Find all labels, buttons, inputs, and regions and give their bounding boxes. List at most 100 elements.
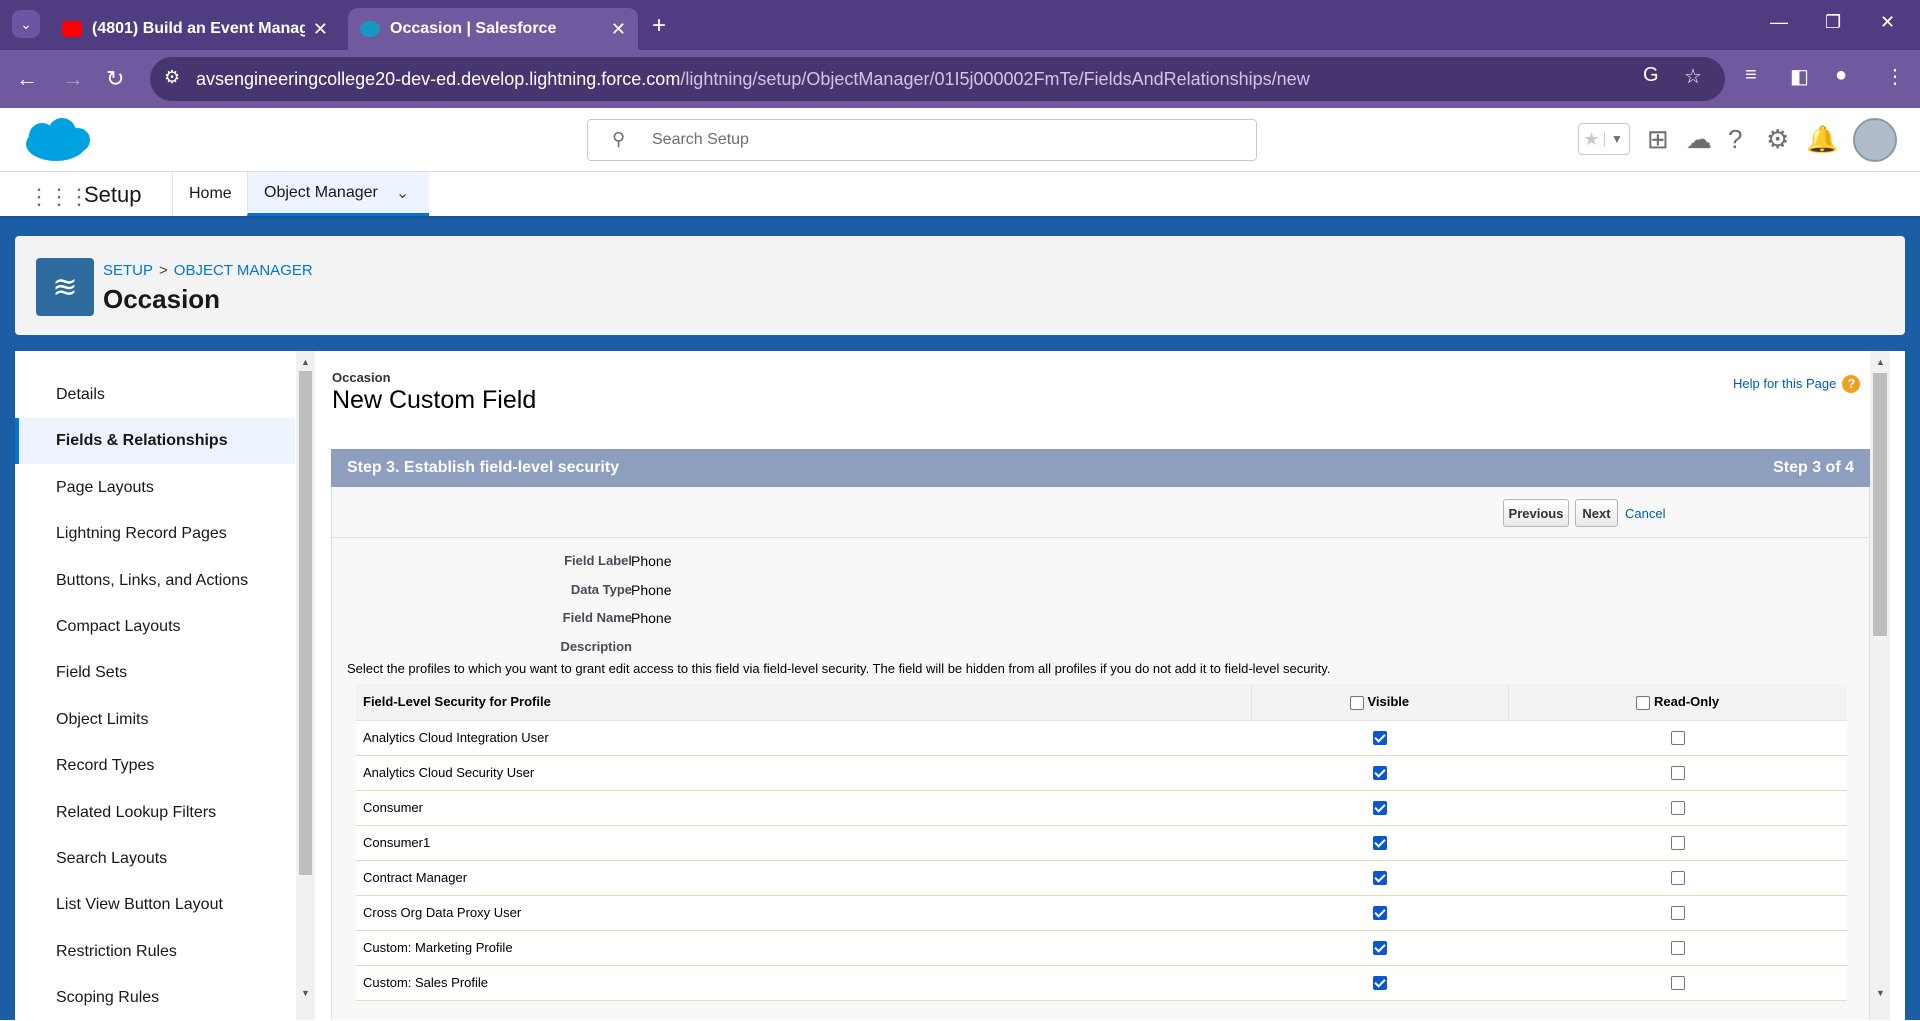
close-tab-icon[interactable]: ✕ [611,19,626,40]
chevron-down-icon[interactable]: ▼ [1603,132,1629,146]
gear-icon[interactable]: ⚙ [1766,124,1789,155]
visible-checkbox[interactable] [1372,801,1387,816]
visible-select-all-checkbox[interactable] [1349,695,1364,710]
notifications-bell-icon[interactable]: 🔔 [1806,124,1838,155]
app-launcher-icon[interactable]: ⋮⋮⋮ [28,184,90,210]
sidebar-item-buttons-links-actions[interactable]: Buttons, Links, and Actions [15,558,295,604]
sidebar-item-field-sets[interactable]: Field Sets [15,650,295,696]
chevron-down-icon[interactable]: ⌄ [396,183,409,203]
sidebar-item-fields-relationships[interactable]: Fields & Relationships [15,418,295,464]
read-only-checkbox[interactable] [1670,836,1685,851]
profile-icon[interactable]: ● [1835,64,1847,87]
nav-item-object-manager[interactable]: Object Manager ⌄ [247,172,429,216]
visible-checkbox[interactable] [1372,731,1387,746]
table-row: Contract Manager [356,860,1847,896]
sidebar-scrollbar[interactable]: ▲ ▼ [296,351,315,1020]
salesforce-logo-icon[interactable] [20,116,92,164]
sidebar-item-compact-layouts[interactable]: Compact Layouts [15,604,295,650]
new-tab-icon[interactable]: + [652,12,666,40]
browser-tab-active[interactable]: Occasion | Salesforce ✕ [348,8,638,50]
sidebar-item-label: Field Sets [56,664,128,681]
visible-checkbox[interactable] [1372,976,1387,991]
main-content: Occasion New Custom Field Help for this … [315,351,1905,1020]
avatar[interactable] [1853,118,1897,162]
search-setup-input[interactable]: ⚲ Search Setup [587,119,1257,161]
help-icon[interactable]: ? [1728,124,1742,155]
url-field[interactable]: ⚙ avsengineeringcollege20-dev-ed.develop… [150,57,1725,101]
sidebar-item-related-lookup-filters[interactable]: Related Lookup Filters [15,790,295,836]
favorites-button[interactable]: ★ ▼ [1578,123,1630,155]
site-info-icon[interactable]: ⚙ [164,67,180,88]
read-only-checkbox[interactable] [1670,906,1685,921]
back-icon[interactable]: ← [16,66,38,92]
bookmark-star-icon[interactable]: ☆ [1684,64,1702,89]
sidebar-item-scoping-rules[interactable]: Scoping Rules [15,975,295,1021]
main-scrollbar[interactable]: ▲ ▼ [1870,351,1890,1020]
browser-tab[interactable]: (4801) Build an Event Manager ✕ [50,8,340,50]
read-only-checkbox[interactable] [1670,731,1685,746]
read-only-checkbox[interactable] [1670,871,1685,886]
security-section: Select the profiles to which you want to… [331,661,1870,1020]
help-link-label: Help for this Page [1733,376,1837,391]
scroll-down-icon[interactable]: ▼ [1876,988,1885,998]
cancel-link[interactable]: Cancel [1625,506,1665,521]
sidebar-item-restriction-rules[interactable]: Restriction Rules [15,929,295,975]
read-only-checkbox[interactable] [1670,801,1685,816]
scroll-down-icon[interactable]: ▼ [301,988,310,998]
side-panel-icon[interactable]: ◧ [1790,64,1809,89]
breadcrumb-setup[interactable]: SETUP [103,262,153,279]
read-only-checkbox[interactable] [1670,766,1685,781]
visible-cell [1251,930,1508,966]
visible-checkbox[interactable] [1372,941,1387,956]
sidebar-item-label: Page Layouts [56,479,154,496]
star-icon[interactable]: ★ [1579,129,1604,150]
sidebar-item-details[interactable]: Details [15,372,295,418]
sidebar-item-label: Scoping Rules [56,989,160,1006]
restore-icon[interactable]: ❐ [1825,12,1841,33]
google-icon[interactable]: G [1643,64,1659,87]
breadcrumb-object-manager[interactable]: OBJECT MANAGER [174,262,313,279]
minimize-icon[interactable]: — [1770,12,1788,33]
trailhead-icon[interactable]: ☁ [1686,124,1712,155]
tab-search-icon[interactable]: ⌄ [12,10,40,38]
global-actions-icon[interactable]: ⊞ [1647,124,1669,155]
forward-icon[interactable]: → [62,66,84,92]
sidebar-item-lightning-record-pages[interactable]: Lightning Record Pages [15,511,295,557]
scrollbar-thumb[interactable] [299,371,312,875]
read-only-select-all-checkbox[interactable] [1636,695,1651,710]
sidebar-item-object-limits[interactable]: Object Limits [15,697,295,743]
object-label: Occasion [332,370,391,385]
visible-cell [1251,720,1508,756]
field-name-value: Phone [631,610,672,626]
close-window-icon[interactable]: ✕ [1880,12,1895,33]
visible-checkbox[interactable] [1372,871,1387,886]
browser-menu-icon[interactable]: ⋮ [1885,64,1905,89]
reload-icon[interactable]: ↻ [106,66,124,92]
url-path: /lightning/setup/ObjectManager/01I5j0000… [680,68,1310,89]
help-link[interactable]: Help for this Page? [1733,375,1861,393]
sidebar-item-search-layouts[interactable]: Search Layouts [15,836,295,882]
scrollbar-thumb[interactable] [1873,373,1887,636]
next-button[interactable]: Next [1575,499,1618,527]
scroll-up-icon[interactable]: ▲ [301,357,310,367]
profile-name: Analytics Cloud Integration User [356,720,1251,756]
nav-item-home[interactable]: Home [172,172,248,216]
sidebar-item-page-layouts[interactable]: Page Layouts [15,465,295,511]
sidebar-item-record-types[interactable]: Record Types [15,743,295,789]
help-question-icon: ? [1842,375,1861,393]
close-tab-icon[interactable]: ✕ [313,19,328,40]
profile-name: Custom: Marketing Profile [356,930,1251,966]
previous-button[interactable]: Previous [1503,499,1569,527]
visible-checkbox[interactable] [1372,906,1387,921]
table-row: Consumer1 [356,825,1847,861]
read-only-checkbox[interactable] [1670,976,1685,991]
object-layers-icon: ≋ [36,258,94,316]
media-control-icon[interactable]: ≡ [1745,64,1757,87]
visible-checkbox[interactable] [1372,836,1387,851]
sidebar-item-list-view-button-layout[interactable]: List View Button Layout [15,882,295,928]
visible-checkbox[interactable] [1372,766,1387,781]
sidebar-item-label: Restriction Rules [56,943,177,960]
search-placeholder: Search Setup [652,131,749,148]
read-only-checkbox[interactable] [1670,941,1685,956]
scroll-up-icon[interactable]: ▲ [1876,357,1885,367]
